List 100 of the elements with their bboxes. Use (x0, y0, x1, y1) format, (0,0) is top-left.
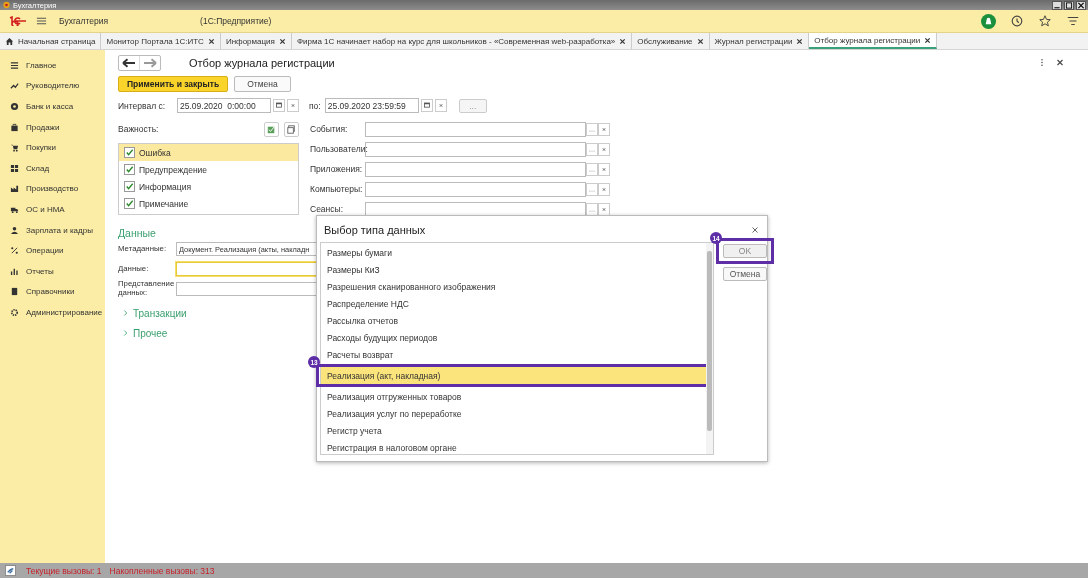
tab-label: Отбор журнала регистрации (814, 35, 921, 45)
minimize-icon[interactable] (1052, 0, 1062, 10)
close-icon[interactable] (619, 37, 627, 45)
list-row[interactable]: Предупреждение (119, 161, 298, 178)
status-text: Текущие вызовы: 1 (26, 565, 102, 576)
close-icon[interactable] (1056, 58, 1064, 67)
close-icon[interactable] (1076, 0, 1086, 10)
close-icon[interactable] (796, 37, 804, 45)
percent-icon (10, 246, 19, 256)
field-label: по: (309, 100, 321, 111)
coin-icon (10, 102, 19, 111)
tab[interactable]: Монитор Портала 1С:ИТС (101, 33, 221, 49)
tab-label: Монитор Портала 1С:ИТС (106, 36, 204, 46)
tab[interactable]: Обслуживание (632, 33, 710, 49)
tab[interactable]: Фирма 1С начинает набор на курс для школьников - «Современная web-разработка» (291, 33, 633, 49)
section-heading: Данные (118, 227, 157, 239)
sidebar-item[interactable]: Справочники (0, 281, 105, 303)
close-icon[interactable] (696, 37, 704, 45)
field-label: Компьютеры: (310, 184, 364, 194)
grid-icon (10, 163, 19, 173)
sidebar-item[interactable]: Склад (0, 157, 105, 179)
maximize-icon[interactable] (1064, 0, 1074, 10)
field-label: Приложения: (310, 164, 364, 174)
sidebar-item[interactable]: Банк и касса (0, 96, 105, 117)
apply-and-close-button[interactable]: Применить и закрыть (118, 76, 229, 92)
field-label: Пользователи: (310, 144, 365, 154)
list-row[interactable]: Ошибка (119, 144, 298, 161)
calendar-icon[interactable] (420, 99, 433, 112)
group-title[interactable]: Транзакции (133, 307, 187, 319)
list-row[interactable]: Примечание (119, 195, 298, 212)
menu-icon[interactable] (36, 16, 47, 26)
sidebar-item[interactable]: Главное (0, 55, 105, 76)
cancel-button[interactable]: Отмена (234, 76, 291, 92)
list-item[interactable]: Расходы будущих периодов (321, 329, 704, 346)
checkbox[interactable] (124, 181, 135, 192)
chart-icon (10, 266, 19, 276)
sidebar-item[interactable]: Операции (0, 240, 105, 261)
tab[interactable]: Отбор журнала регистрации (809, 33, 938, 49)
cart-icon (10, 143, 19, 153)
tab-label: Журнал регистрации (714, 36, 793, 46)
checkbox[interactable] (124, 164, 135, 175)
tab-label: Фирма 1С начинает набор на курс для школьников - «Современная web-разработка» (296, 36, 616, 46)
logo-icon (8, 16, 28, 26)
list-item[interactable]: Расчеты возврат (321, 346, 704, 363)
scrollbar[interactable] (706, 243, 713, 454)
status-text: Накопленные вызовы: 313 (109, 565, 215, 576)
tab-label: Обслуживание (637, 36, 693, 46)
close-icon[interactable] (278, 37, 286, 45)
sidebar-item[interactable]: ОС и НМА (0, 199, 105, 220)
text-field[interactable] (365, 181, 586, 197)
checkbox[interactable] (124, 198, 135, 209)
history-icon[interactable] (1010, 14, 1024, 28)
sidebar-item[interactable]: Продажи (0, 116, 105, 138)
tab[interactable]: Начальная страница (0, 33, 102, 49)
sidebar-item[interactable]: Производство (0, 178, 105, 200)
list-item[interactable]: Реализация (акт, накладная) (321, 367, 707, 384)
close-icon[interactable] (751, 226, 759, 234)
check-all-icon[interactable] (264, 121, 279, 137)
sidebar-item[interactable]: Зарплата и кадры (0, 219, 105, 241)
list-item[interactable]: Регистрация в налоговом органе (321, 439, 704, 456)
star-icon[interactable] (1038, 14, 1052, 28)
list-item[interactable]: Реализация отгруженных товаров (321, 388, 704, 405)
list-item[interactable]: Регистр учета (321, 422, 704, 439)
cancel-button[interactable]: Отмена (723, 267, 767, 281)
list-row[interactable]: Информация (119, 178, 298, 195)
sidebar-item[interactable]: Покупки (0, 137, 105, 158)
tab[interactable]: Информация (220, 33, 292, 49)
bell-icon[interactable] (981, 13, 996, 29)
app-title: Бухгалтерия (59, 16, 109, 26)
person-icon (10, 225, 19, 235)
list-item[interactable]: Реализация услуг по переработке (321, 405, 704, 422)
chevron-right-icon[interactable] (123, 309, 128, 317)
field-label: Интервал с: (118, 100, 167, 111)
trend-icon (10, 81, 19, 91)
logo-icon (2, 1, 11, 9)
factory-icon (10, 184, 19, 194)
text-field[interactable] (365, 141, 586, 157)
uncheck-all-icon[interactable] (284, 121, 299, 137)
list-item[interactable]: Рассылка отчетов (321, 312, 704, 329)
calendar-icon[interactable] (273, 99, 285, 112)
close-icon[interactable] (207, 37, 215, 45)
funnel-menu-icon[interactable] (1066, 14, 1080, 28)
text-field[interactable] (365, 161, 586, 177)
sidebar-item[interactable]: Администрирование (0, 302, 105, 323)
field-label: Важность: (118, 124, 160, 134)
more-options-icon[interactable] (1038, 58, 1046, 67)
list-item[interactable]: Разрешения сканированного изображения (321, 278, 704, 295)
text-field[interactable] (365, 121, 586, 137)
list-item[interactable]: Распределение НДС (321, 295, 704, 312)
dialog-title: Выбор типа данных (324, 224, 426, 236)
date-field[interactable]: 25.09.2020 23:59:59 (324, 98, 419, 113)
form-title: Отбор журнала регистрации (189, 56, 335, 69)
date-field[interactable]: 25.09.2020 0:00:00 (177, 98, 271, 113)
sidebar-item[interactable]: Отчеты (0, 260, 105, 282)
checkbox[interactable] (124, 147, 135, 158)
chevron-right-icon[interactable] (123, 329, 128, 337)
sidebar-item[interactable]: Руководителю (0, 75, 105, 97)
connection-icon (5, 565, 16, 576)
close-icon[interactable] (924, 36, 932, 44)
list-item[interactable]: Размеры КиЗ (321, 261, 704, 278)
